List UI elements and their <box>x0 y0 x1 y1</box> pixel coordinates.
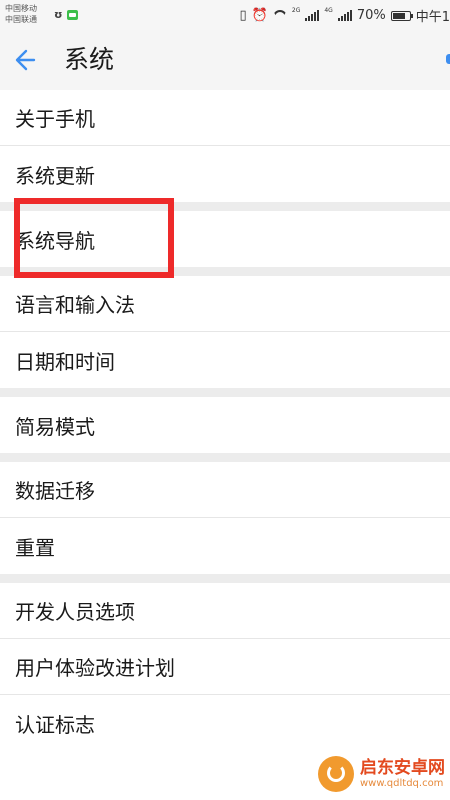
notification-icons: ʊ <box>54 8 78 21</box>
settings-group-simple: 简易模式 <box>0 397 450 453</box>
settings-item-about-phone[interactable]: 关于手机 <box>0 90 450 146</box>
settings-item-developer-options[interactable]: 开发人员选项 <box>0 583 450 639</box>
app-header: 系统 <box>0 30 450 91</box>
back-button[interactable] <box>10 44 46 76</box>
group-divider <box>0 202 450 211</box>
wifi-icon <box>273 10 287 21</box>
settings-item-system-update[interactable]: 系统更新 <box>0 146 450 202</box>
status-icons: ▯ ⏰ 2G 4G 70% 中午1 <box>240 6 450 25</box>
watermark-text: 启东安卓网 www.qdltdq.com <box>360 757 445 790</box>
battery-percent: 70% <box>356 8 386 23</box>
watermark-url: www.qdltdq.com <box>360 777 444 789</box>
page-title: 系统 <box>64 45 115 74</box>
settings-item-data-migration[interactable]: 数据迁移 <box>0 462 450 518</box>
group-divider <box>0 388 450 397</box>
watermark: 启东安卓网 www.qdltdq.com <box>318 756 445 792</box>
group-divider <box>0 453 450 462</box>
vibrate-icon: ▯ <box>239 8 247 23</box>
carrier-1: 中国移动 <box>5 4 37 13</box>
group-divider <box>0 267 450 276</box>
signal-1-icon <box>305 10 320 21</box>
back-arrow-icon <box>15 49 36 71</box>
settings-group-data: 数据迁移 重置 <box>0 462 450 574</box>
status-bar: 中国移动 中国联通 ʊ ▯ ⏰ 2G 4G 70% 中午1 <box>0 0 450 30</box>
alarm-icon: ⏰ <box>251 8 268 23</box>
settings-item-user-experience[interactable]: 用户体验改进计划 <box>0 639 450 695</box>
chat-notification-icon <box>66 9 78 20</box>
settings-list: 关于手机 系统更新 系统导航 语言和输入法 日期和时间 简易模式 数据迁移 重置… <box>0 90 450 800</box>
battery-icon <box>390 10 413 21</box>
signal-2-icon <box>337 10 352 21</box>
carrier-2: 中国联通 <box>5 15 37 24</box>
watermark-logo-icon <box>318 756 354 792</box>
settings-group-developer: 开发人员选项 用户体验改进计划 认证标志 <box>0 583 450 751</box>
settings-item-certification[interactable]: 认证标志 <box>0 695 450 751</box>
u-notification-icon: ʊ <box>54 8 63 21</box>
carrier-info: 中国移动 中国联通 <box>5 3 37 25</box>
watermark-title: 启东安卓网 <box>360 757 445 778</box>
settings-item-language-input[interactable]: 语言和输入法 <box>0 276 450 332</box>
edge-indicator <box>446 54 450 64</box>
settings-group-navigation: 系统导航 <box>0 211 450 267</box>
settings-group-about: 关于手机 系统更新 <box>0 90 450 202</box>
settings-item-date-time[interactable]: 日期和时间 <box>0 332 450 388</box>
settings-group-language: 语言和输入法 日期和时间 <box>0 276 450 388</box>
network-type-2: 4G <box>324 7 333 14</box>
settings-item-system-navigation[interactable]: 系统导航 <box>0 211 450 267</box>
settings-item-simple-mode[interactable]: 简易模式 <box>0 397 450 453</box>
group-divider <box>0 574 450 583</box>
settings-item-reset[interactable]: 重置 <box>0 518 450 574</box>
clock: 中午1 <box>415 10 450 25</box>
network-type-1: 2G <box>291 7 301 14</box>
